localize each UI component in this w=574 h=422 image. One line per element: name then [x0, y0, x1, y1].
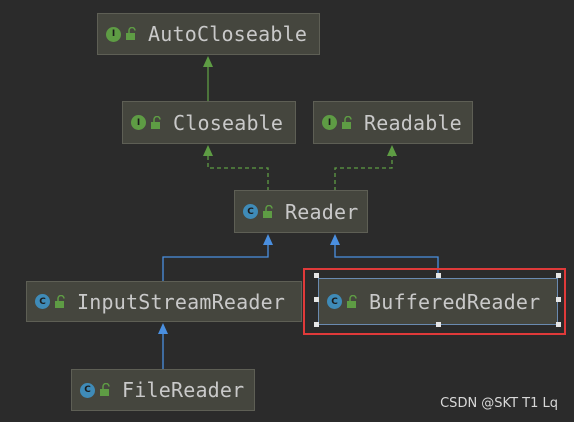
- node-label: Closeable: [173, 110, 284, 135]
- interface-badge-icon: I: [322, 115, 337, 130]
- unlock-icon: [263, 204, 273, 218]
- resize-handle-top-middle[interactable]: [436, 273, 441, 278]
- resize-handle-bottom-right[interactable]: [556, 322, 561, 327]
- node-label: InputStreamReader: [77, 289, 286, 314]
- resize-handle-bottom-middle[interactable]: [436, 322, 441, 327]
- unlock-icon: [55, 294, 65, 308]
- edge-filereader-inputstreamreader: [158, 323, 168, 370]
- node-closeable[interactable]: I Closeable: [122, 101, 296, 144]
- class-badge-icon: C: [80, 382, 95, 398]
- node-filereader[interactable]: C FileReader: [71, 369, 255, 411]
- edge-inputstreamreader-reader: [162, 234, 273, 282]
- edge-closeable-autocloseable: [203, 56, 213, 102]
- unlock-icon: [100, 383, 110, 396]
- node-label: Reader: [285, 199, 359, 224]
- selection-highlight: [303, 268, 566, 335]
- interface-badge-icon: I: [131, 115, 146, 130]
- resize-handle-bottom-left[interactable]: [314, 322, 319, 327]
- resize-handle-top-right[interactable]: [556, 273, 561, 278]
- node-autocloseable[interactable]: I AutoCloseable: [97, 13, 320, 55]
- unlock-icon: [342, 115, 352, 129]
- resize-handle-middle-left[interactable]: [314, 297, 319, 302]
- class-badge-icon: C: [243, 204, 258, 219]
- node-reader[interactable]: C Reader: [234, 190, 368, 233]
- unlock-icon: [126, 27, 136, 40]
- edge-reader-closeable: [203, 145, 269, 191]
- edge-reader-readable: [334, 145, 397, 191]
- node-readable[interactable]: I Readable: [313, 101, 473, 144]
- interface-badge-icon: I: [106, 26, 121, 42]
- class-badge-icon: C: [35, 294, 50, 309]
- resize-handle-top-left[interactable]: [314, 273, 319, 278]
- node-label: Readable: [364, 110, 462, 135]
- watermark: CSDN @SKT T1 Lq: [440, 396, 558, 411]
- unlock-icon: [151, 115, 161, 129]
- node-inputstreamreader[interactable]: C InputStreamReader: [26, 281, 302, 322]
- node-label: FileReader: [122, 378, 245, 402]
- resize-handle-middle-right[interactable]: [556, 297, 561, 302]
- node-label: AutoCloseable: [148, 22, 308, 46]
